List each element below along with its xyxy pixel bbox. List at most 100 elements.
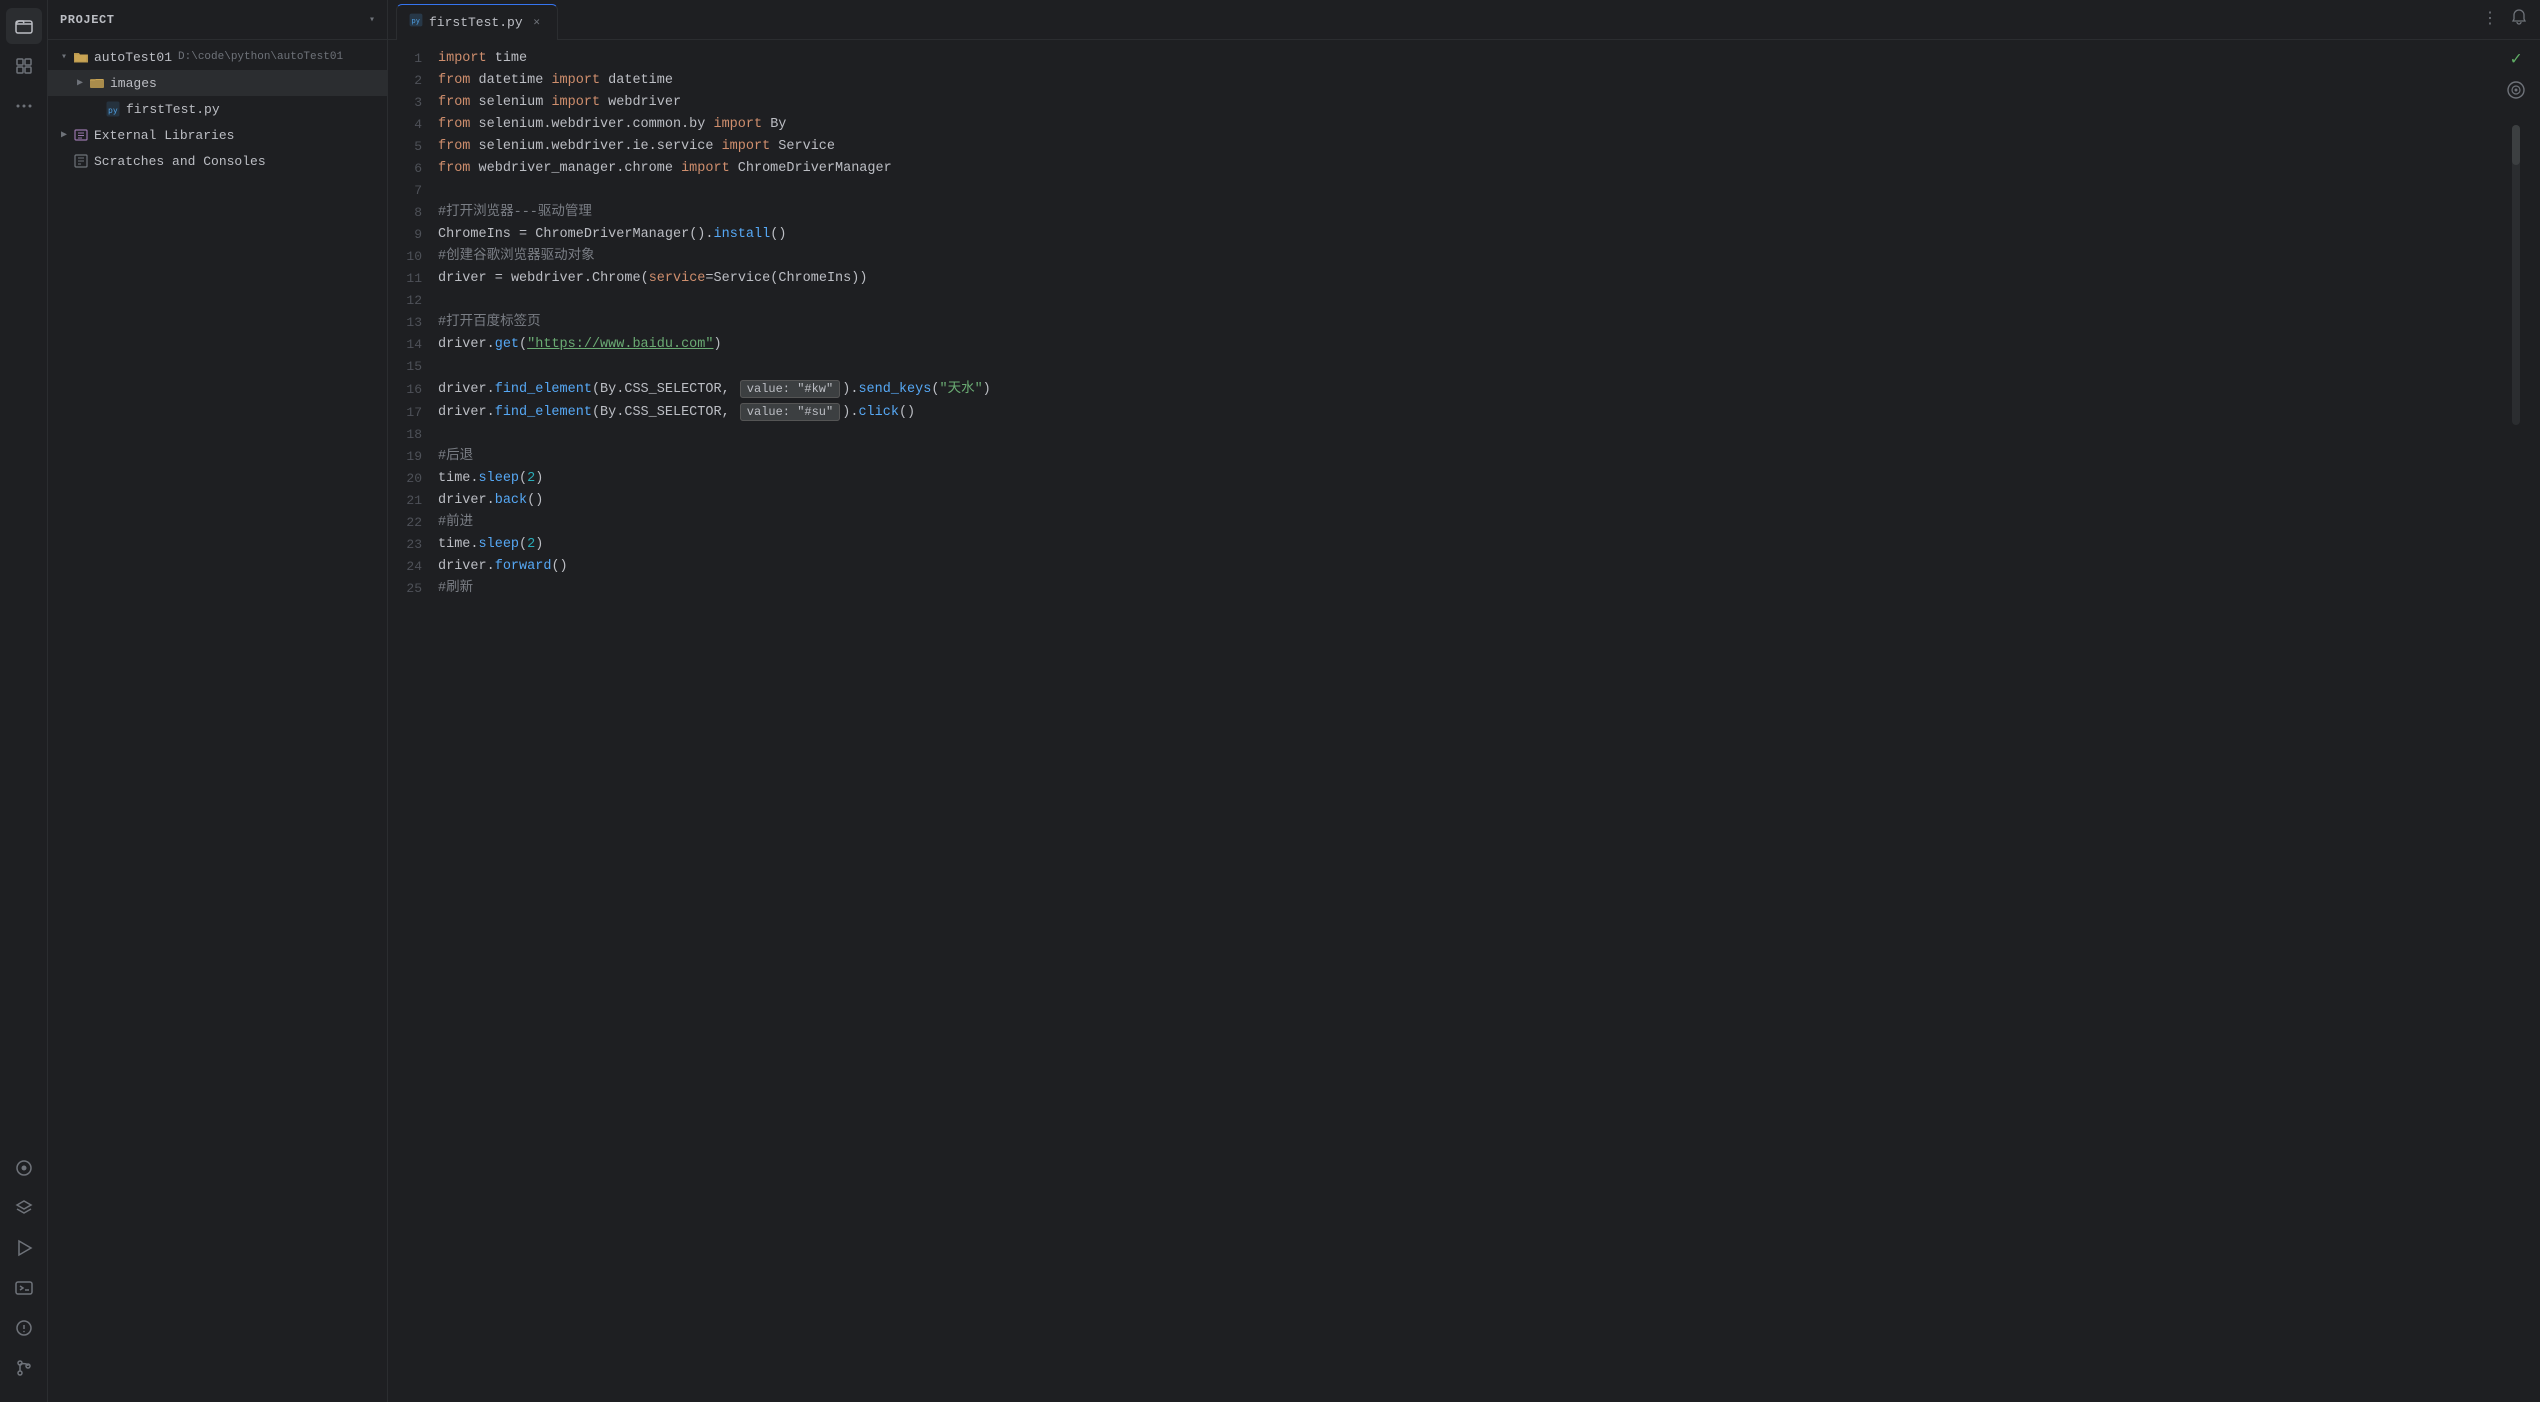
external-libs-icon [72, 126, 90, 144]
line-content[interactable]: driver.find_element(By.CSS_SELECTOR, val… [438, 378, 2540, 401]
editor-line[interactable]: 8#打开浏览器---驱动管理 [388, 202, 2540, 224]
git-icon[interactable] [6, 1350, 42, 1386]
sidebar-title: Project [60, 13, 365, 27]
line-content[interactable] [438, 356, 2540, 378]
line-content[interactable]: from webdriver_manager.chrome import Chr… [438, 158, 2540, 180]
svg-text:py: py [412, 17, 420, 25]
line-content[interactable]: #打开百度标签页 [438, 312, 2540, 334]
line-content[interactable]: #前进 [438, 512, 2540, 534]
folder-open-icon [72, 48, 90, 66]
tree-item-autotest01[interactable]: ▾ autoTest01 D:\code\python\autoTest01 [48, 44, 387, 70]
tree-item-external-libs[interactable]: ▶ External Libraries [48, 122, 387, 148]
ai-assistant-icon[interactable] [2506, 80, 2526, 105]
tab-bar-actions: ⋮ [2478, 4, 2532, 35]
tree-item-scratches[interactable]: ▶ Scratches and Consoles [48, 148, 387, 174]
line-content[interactable]: #创建谷歌浏览器驱动对象 [438, 246, 2540, 268]
line-content[interactable]: #后退 [438, 446, 2540, 468]
line-number: 16 [388, 379, 438, 401]
editor-line[interactable]: 18 [388, 424, 2540, 446]
line-content[interactable] [438, 180, 2540, 202]
line-content[interactable]: driver.get("https://www.baidu.com") [438, 334, 2540, 356]
line-content[interactable]: driver = webdriver.Chrome(service=Servic… [438, 268, 2540, 290]
more-button[interactable]: ⋮ [2478, 4, 2502, 35]
editor-line[interactable]: 9ChromeIns = ChromeDriverManager().insta… [388, 224, 2540, 246]
line-content[interactable] [438, 424, 2540, 446]
editor-line[interactable]: 11driver = webdriver.Chrome(service=Serv… [388, 268, 2540, 290]
editor-line[interactable]: 6from webdriver_manager.chrome import Ch… [388, 158, 2540, 180]
editor-line[interactable]: 21driver.back() [388, 490, 2540, 512]
run-icon[interactable] [6, 1230, 42, 1266]
line-number: 6 [388, 158, 438, 180]
line-number: 19 [388, 446, 438, 468]
editor-line[interactable]: 2from datetime import datetime [388, 70, 2540, 92]
editor-line[interactable]: 23time.sleep(2) [388, 534, 2540, 556]
scratches-icon [72, 152, 90, 170]
editor-line[interactable]: 1import time [388, 48, 2540, 70]
line-content[interactable]: driver.find_element(By.CSS_SELECTOR, val… [438, 401, 2540, 424]
tab-filename: firstTest.py [429, 15, 523, 30]
folder-closed-icon [88, 74, 106, 92]
line-content[interactable]: from datetime import datetime [438, 70, 2540, 92]
line-content[interactable]: driver.forward() [438, 556, 2540, 578]
terminal-icon[interactable] [6, 1270, 42, 1306]
folder-icon[interactable] [6, 8, 42, 44]
editor-line[interactable]: 16driver.find_element(By.CSS_SELECTOR, v… [388, 378, 2540, 401]
sidebar-tree: ▾ autoTest01 D:\code\python\autoTest01 ▶… [48, 40, 387, 1402]
editor-line[interactable]: 22#前进 [388, 512, 2540, 534]
layers-icon[interactable] [6, 1190, 42, 1226]
line-number: 7 [388, 180, 438, 202]
line-number: 4 [388, 114, 438, 136]
tree-label-scratches: Scratches and Consoles [94, 154, 266, 169]
plugin-icon[interactable] [6, 1150, 42, 1186]
editor-line[interactable]: 4from selenium.webdriver.common.by impor… [388, 114, 2540, 136]
line-number: 1 [388, 48, 438, 70]
editor-line[interactable]: 12 [388, 290, 2540, 312]
tab-bar: py firstTest.py ✕ ⋮ [388, 0, 2540, 40]
line-content[interactable]: from selenium.webdriver.ie.service impor… [438, 136, 2540, 158]
line-content[interactable]: #刷新 [438, 578, 2540, 600]
editor-line[interactable]: 17driver.find_element(By.CSS_SELECTOR, v… [388, 401, 2540, 424]
sidebar: Project ▾ ▾ autoTest01 D:\code\python\au… [48, 0, 388, 1402]
line-number: 17 [388, 402, 438, 424]
editor-line[interactable]: 14driver.get("https://www.baidu.com") [388, 334, 2540, 356]
editor-line[interactable]: 10#创建谷歌浏览器驱动对象 [388, 246, 2540, 268]
editor-line[interactable]: 20time.sleep(2) [388, 468, 2540, 490]
line-content[interactable]: time.sleep(2) [438, 534, 2540, 556]
tree-arrow-extlibs: ▶ [56, 127, 72, 143]
tab-close-button[interactable]: ✕ [529, 14, 545, 30]
sidebar-header[interactable]: Project ▾ [48, 0, 387, 40]
line-content[interactable]: time.sleep(2) [438, 468, 2540, 490]
notifications-button[interactable] [2506, 4, 2532, 35]
line-content[interactable]: ChromeIns = ChromeDriverManager().instal… [438, 224, 2540, 246]
line-number: 5 [388, 136, 438, 158]
editor-line[interactable]: 25#刷新 [388, 578, 2540, 600]
line-number: 13 [388, 312, 438, 334]
line-content[interactable]: #打开浏览器---驱动管理 [438, 202, 2540, 224]
check-icon: ✓ [2511, 48, 2522, 70]
line-number: 11 [388, 268, 438, 290]
tree-label-extlibs: External Libraries [94, 128, 234, 143]
tree-item-firsttest[interactable]: ▶ py firstTest.py [48, 96, 387, 122]
code-editor[interactable]: 1import time2from datetime import dateti… [388, 40, 2540, 1402]
line-content[interactable]: driver.back() [438, 490, 2540, 512]
tree-item-images[interactable]: ▶ images [48, 70, 387, 96]
editor-line[interactable]: 7 [388, 180, 2540, 202]
editor-line[interactable]: 19#后退 [388, 446, 2540, 468]
editor-line[interactable]: 3from selenium import webdriver [388, 92, 2540, 114]
sidebar-chevron-icon: ▾ [369, 14, 375, 26]
line-content[interactable] [438, 290, 2540, 312]
line-content[interactable]: from selenium import webdriver [438, 92, 2540, 114]
editor-line[interactable]: 5from selenium.webdriver.ie.service impo… [388, 136, 2540, 158]
more-dots-icon[interactable] [6, 88, 42, 124]
line-number: 20 [388, 468, 438, 490]
editor-line[interactable]: 24driver.forward() [388, 556, 2540, 578]
editor-line[interactable]: 13#打开百度标签页 [388, 312, 2540, 334]
line-number: 25 [388, 578, 438, 600]
activity-bar [0, 0, 48, 1402]
tab-firsttest[interactable]: py firstTest.py ✕ [396, 4, 558, 40]
problems-icon[interactable] [6, 1310, 42, 1346]
structure-icon[interactable] [6, 48, 42, 84]
editor-line[interactable]: 15 [388, 356, 2540, 378]
line-content[interactable]: import time [438, 48, 2540, 70]
line-content[interactable]: from selenium.webdriver.common.by import… [438, 114, 2540, 136]
